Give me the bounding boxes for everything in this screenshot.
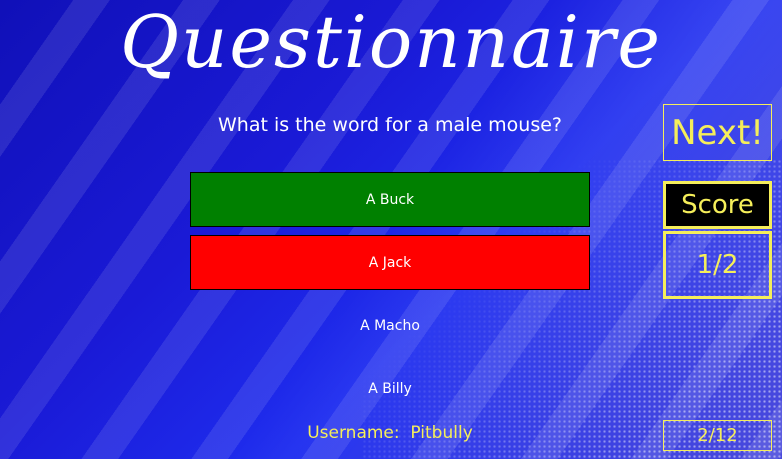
question-progress: 2/12 <box>663 420 772 451</box>
answer-option-4[interactable]: A Billy <box>190 361 590 416</box>
answer-option-label: A Jack <box>368 254 412 271</box>
answer-option-label: A Macho <box>360 317 420 334</box>
answer-option-label: A Buck <box>365 191 415 208</box>
answer-option-label: A Billy <box>368 380 412 397</box>
next-button[interactable]: Next! <box>663 104 772 161</box>
score-label: Score <box>663 181 772 229</box>
username-label: Username: Pitbully <box>307 423 473 443</box>
page-title: Questionnaire <box>120 0 662 84</box>
score-value: 1/2 <box>663 231 772 299</box>
question-text: What is the word for a male mouse? <box>218 114 562 136</box>
answer-option-2[interactable]: A Jack <box>190 235 590 290</box>
answer-option-3[interactable]: A Macho <box>190 298 590 353</box>
answer-option-1[interactable]: A Buck <box>190 172 590 227</box>
